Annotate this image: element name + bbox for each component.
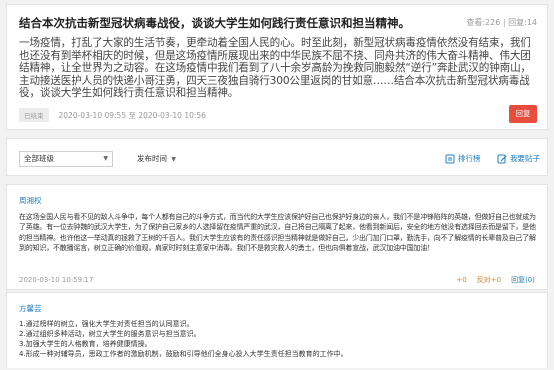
post-label: 我要贴子 (510, 154, 540, 163)
class-select-value: 全部班级 (24, 154, 54, 163)
sort-label: 发布时间 (137, 154, 167, 163)
list-item: 周湘权 在这场全国人民与看不见的敌人斗争中，每个人都有自己的斗争方式，而当代的大… (6, 184, 548, 290)
topic-stats: 查看:226 | 回复:14 (466, 18, 537, 27)
rank-label: 排行榜 (458, 154, 481, 163)
view-count: 查看:226 (466, 18, 501, 27)
list-item: 方馨芸 1.通过榜样的树立，强化大学生对责任担当的认同意识。 2.通过组织多种活… (6, 292, 548, 368)
post-line: 1.通过榜样的树立，强化大学生对责任担当的认同意识。 (19, 320, 194, 328)
topic-body: 一场疫情，打乱了大家的生活节奏，更牵动着全国人民的心。时至此刻，新型冠状病毒疫情… (19, 37, 531, 99)
post-line: 2.通过组织多种活动，树立大学生的服务意识与担当意识。 (19, 330, 201, 338)
rank-button[interactable]: 排行榜 (445, 153, 481, 164)
post-date: 2020-03-10 10:59:17 (19, 276, 94, 284)
upvote-button[interactable]: +0 (456, 276, 466, 284)
post-author[interactable]: 方馨芸 (19, 303, 42, 314)
post-author[interactable]: 周湘权 (19, 195, 42, 206)
post-line: 4.形成一种对辅导员，思政工作者的激励机制，鼓励和引导他们全身心投入大学生责任担… (19, 350, 348, 358)
compose-icon (497, 154, 507, 163)
downvote-button[interactable]: 反对+0 (477, 275, 501, 285)
chevron-down-icon: ▼ (171, 156, 177, 163)
post-line: 3.加强大学生的人格教育，培养健康情操。 (19, 340, 152, 348)
trophy-icon (445, 154, 455, 163)
post-body: 1.通过榜样的树立，强化大学生对责任担当的认同意识。 2.通过组织多种活动，树立… (19, 319, 539, 359)
reply-count: 回复:14 (508, 18, 537, 27)
sort-time-dropdown[interactable]: 发布时间 ▼ (137, 153, 176, 164)
reply-button[interactable]: 回复 (509, 105, 537, 123)
filter-bar: 全部班级 ▼ 发布时间 ▼ 排行榜 我要贴子 (6, 138, 548, 176)
chevron-down-icon: ▼ (103, 155, 108, 162)
topic-meta: 已结束 2020-03-10 09:55 至 2020-03-10 10:56 (19, 108, 206, 122)
topic-title: 结合本次抗击新型冠状病毒战役，谈谈大学生如何践行责任意识和担当精神。 (19, 16, 410, 30)
topic-date-range: 2020-03-10 09:55 至 2020-03-10 10:56 (58, 110, 206, 120)
post-actions: +0 反对+0 回复(0) (456, 275, 535, 285)
status-badge: 已结束 (19, 108, 49, 122)
post-reply-link[interactable]: 回复(0) (511, 275, 535, 285)
new-post-button[interactable]: 我要贴子 (497, 153, 540, 164)
class-select[interactable]: 全部班级 ▼ (19, 151, 113, 167)
post-body: 在这场全国人民与看不见的敌人斗争中，每个人都有自己的斗争方式，而当代的大学生应该… (19, 213, 536, 253)
topic-card: 结合本次抗击新型冠状病毒战役，谈谈大学生如何践行责任意识和担当精神。 查看:22… (6, 4, 548, 130)
